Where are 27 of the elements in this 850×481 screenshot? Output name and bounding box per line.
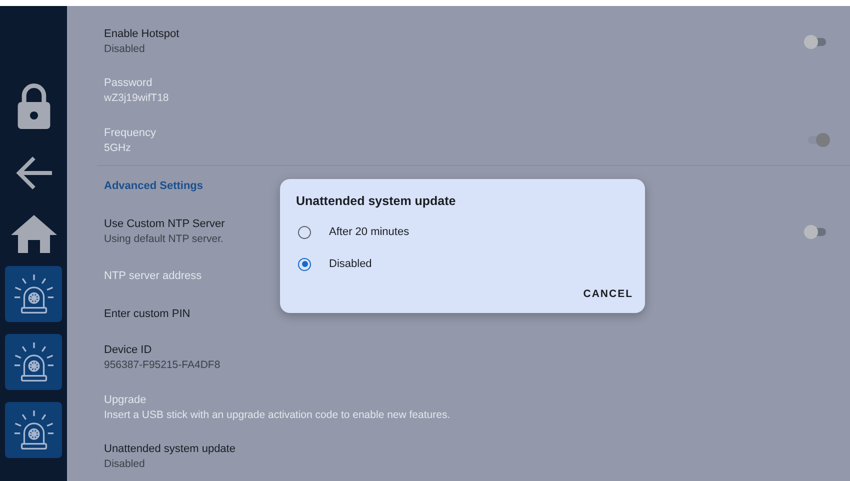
setting-title[interactable]: Unattended system update	[104, 442, 830, 455]
setting-value: 5GHz	[104, 142, 132, 154]
option-label[interactable]: After 20 minutes	[329, 226, 410, 238]
dialog-title: Unattended system update	[296, 194, 457, 208]
setting-title[interactable]: Device ID	[104, 344, 830, 356]
setting-value: Using default NTP server.	[104, 233, 224, 246]
setting-title: Password	[104, 77, 154, 90]
setting-title: Frequency	[104, 126, 157, 139]
setting-title: Upgrade	[104, 394, 148, 406]
setting-title: NTP server address	[104, 270, 203, 282]
alarm-light-button[interactable]	[5, 402, 62, 458]
setting-title[interactable]: Enable Hotspot	[104, 28, 804, 40]
radio-button[interactable]	[298, 226, 311, 238]
alarm-light-button[interactable]	[5, 334, 62, 390]
radio-button[interactable]	[298, 258, 311, 270]
alarm-light-button[interactable]	[5, 266, 62, 322]
setting-value: wZ3j19wifT18	[104, 92, 170, 104]
setting-value: 956387-F95215-FA4DF8	[104, 359, 222, 372]
lock-icon[interactable]	[16, 83, 52, 130]
option-label[interactable]: Disabled	[329, 258, 372, 270]
setting-value: Disabled	[104, 43, 146, 56]
setting-value: Disabled	[104, 458, 146, 470]
back-arrow-icon[interactable]	[14, 155, 54, 191]
home-icon[interactable]	[10, 214, 58, 254]
cancel-button[interactable]: CANCEL	[583, 284, 633, 304]
setting-value: Insert a USB stick with an upgrade activation code to enable new features.	[104, 408, 452, 421]
section-header: Advanced Settings	[104, 180, 204, 192]
